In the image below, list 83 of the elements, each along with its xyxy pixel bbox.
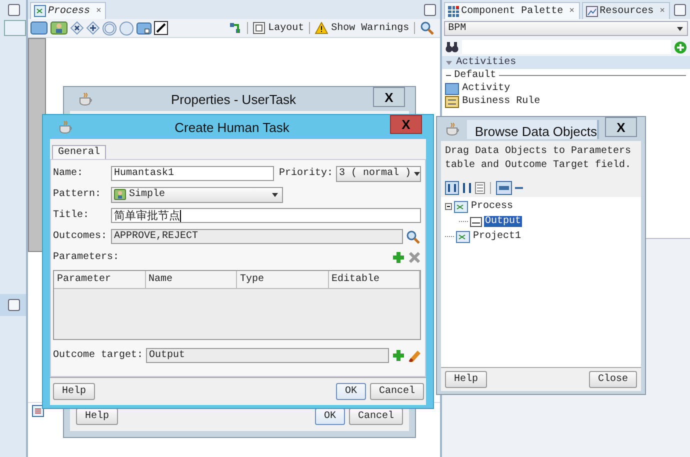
user-task-icon xyxy=(114,189,126,200)
close-button[interactable]: Close xyxy=(588,371,637,388)
image-icon xyxy=(586,6,598,16)
priority-dropdown[interactable]: 3 ( normal ) xyxy=(336,166,421,182)
binoculars-icon xyxy=(445,41,460,53)
dialog-title: Create Human Task xyxy=(174,120,290,134)
list-icon[interactable] xyxy=(32,405,44,417)
field-label: Outcomes: xyxy=(53,231,108,242)
library-dropdown[interactable]: BPM xyxy=(444,21,688,36)
minimize-button[interactable] xyxy=(8,4,20,16)
outcome-target-field: Output xyxy=(146,348,389,363)
layout-icon xyxy=(253,22,266,34)
dialog-tab[interactable]: General xyxy=(52,145,106,159)
editor-tab[interactable]: Process × xyxy=(30,2,106,19)
pattern-dropdown[interactable]: Simple xyxy=(111,186,283,202)
panel-tab[interactable]: Resources × xyxy=(582,2,670,19)
flow-icon[interactable] xyxy=(228,21,242,35)
minimize-button[interactable] xyxy=(8,299,20,311)
column-header[interactable]: Editable xyxy=(328,271,420,288)
connector-icon[interactable] xyxy=(154,21,168,35)
dialog-title: Properties - UserTask xyxy=(170,92,297,106)
cancel-button[interactable]: Cancel xyxy=(370,383,424,400)
expand-all-icon[interactable] xyxy=(496,181,512,195)
section-label: Parameters: xyxy=(53,252,120,263)
field-label: Priority: xyxy=(278,168,333,179)
collapse-icon[interactable] xyxy=(445,203,452,210)
column-header[interactable]: Parameter xyxy=(54,271,146,288)
search-icon[interactable] xyxy=(420,21,434,35)
close-button[interactable]: X xyxy=(605,117,637,137)
group-label: Default xyxy=(454,70,496,81)
process-icon xyxy=(454,200,468,212)
cancel-button[interactable]: Cancel xyxy=(348,408,403,425)
text-field-icon xyxy=(470,216,482,226)
exclusive-gateway-icon[interactable] xyxy=(70,21,84,35)
help-button[interactable]: Help xyxy=(76,408,118,425)
add-icon[interactable] xyxy=(392,349,405,362)
palette-item[interactable]: Business Rule xyxy=(442,95,690,108)
parallel-gateway-icon[interactable] xyxy=(86,21,100,35)
activity-icon xyxy=(445,82,460,94)
close-button[interactable]: X xyxy=(373,87,405,107)
delete-icon[interactable] xyxy=(408,251,421,264)
java-cup-icon xyxy=(445,122,461,136)
user-task-icon[interactable] xyxy=(50,21,68,35)
search-icon[interactable] xyxy=(406,230,421,244)
show-warnings-button[interactable]: Show Warnings xyxy=(315,22,410,34)
java-cup-icon xyxy=(58,120,74,134)
process-icon xyxy=(456,230,470,242)
name-field[interactable]: Humantask1 xyxy=(111,166,274,181)
close-button[interactable]: X xyxy=(390,115,422,134)
dropdown-button[interactable] xyxy=(424,4,436,16)
palette-item[interactable]: Activity xyxy=(442,82,690,95)
field-label: Pattern: xyxy=(53,189,102,200)
activity-icon[interactable] xyxy=(30,21,48,35)
field-label: Title: xyxy=(53,210,90,221)
tree-item[interactable]: Process xyxy=(470,201,514,212)
field-label: Name: xyxy=(53,168,84,179)
subprocess-icon[interactable] xyxy=(136,21,152,35)
java-cup-icon xyxy=(78,92,94,106)
help-button[interactable]: Help xyxy=(445,371,488,388)
title-field[interactable]: 简单审批节点 xyxy=(111,208,421,223)
instruction-text: Drag Data Objects to Parameters table and Outcome Target field. xyxy=(444,144,632,173)
list-icon[interactable] xyxy=(475,181,485,195)
dialog-title: Browse Data Objects xyxy=(467,120,599,138)
ok-button[interactable]: OK xyxy=(314,408,345,425)
column-header[interactable]: Name xyxy=(146,271,237,288)
column-header[interactable]: Type xyxy=(237,271,328,288)
event-icon[interactable] xyxy=(119,20,134,36)
tree-item[interactable]: Output xyxy=(484,216,522,227)
layout-button[interactable]: Layout xyxy=(253,22,304,34)
grid-icon xyxy=(448,6,460,16)
outcomes-field: APPROVE,REJECT xyxy=(111,229,403,244)
section-header[interactable]: Activities xyxy=(442,56,690,69)
minimize-button[interactable] xyxy=(674,4,686,16)
field-label: Outcome target: xyxy=(53,350,144,361)
warning-icon xyxy=(315,22,328,34)
ok-button[interactable]: OK xyxy=(336,383,366,400)
add-icon[interactable] xyxy=(674,40,687,54)
panel-tab[interactable]: Component Palette × xyxy=(444,2,580,19)
eraser-icon[interactable] xyxy=(408,349,421,362)
add-icon[interactable] xyxy=(392,251,405,264)
tree-item[interactable]: Project1 xyxy=(472,231,522,242)
diagram-icon xyxy=(34,5,46,17)
help-button[interactable]: Help xyxy=(53,383,96,400)
